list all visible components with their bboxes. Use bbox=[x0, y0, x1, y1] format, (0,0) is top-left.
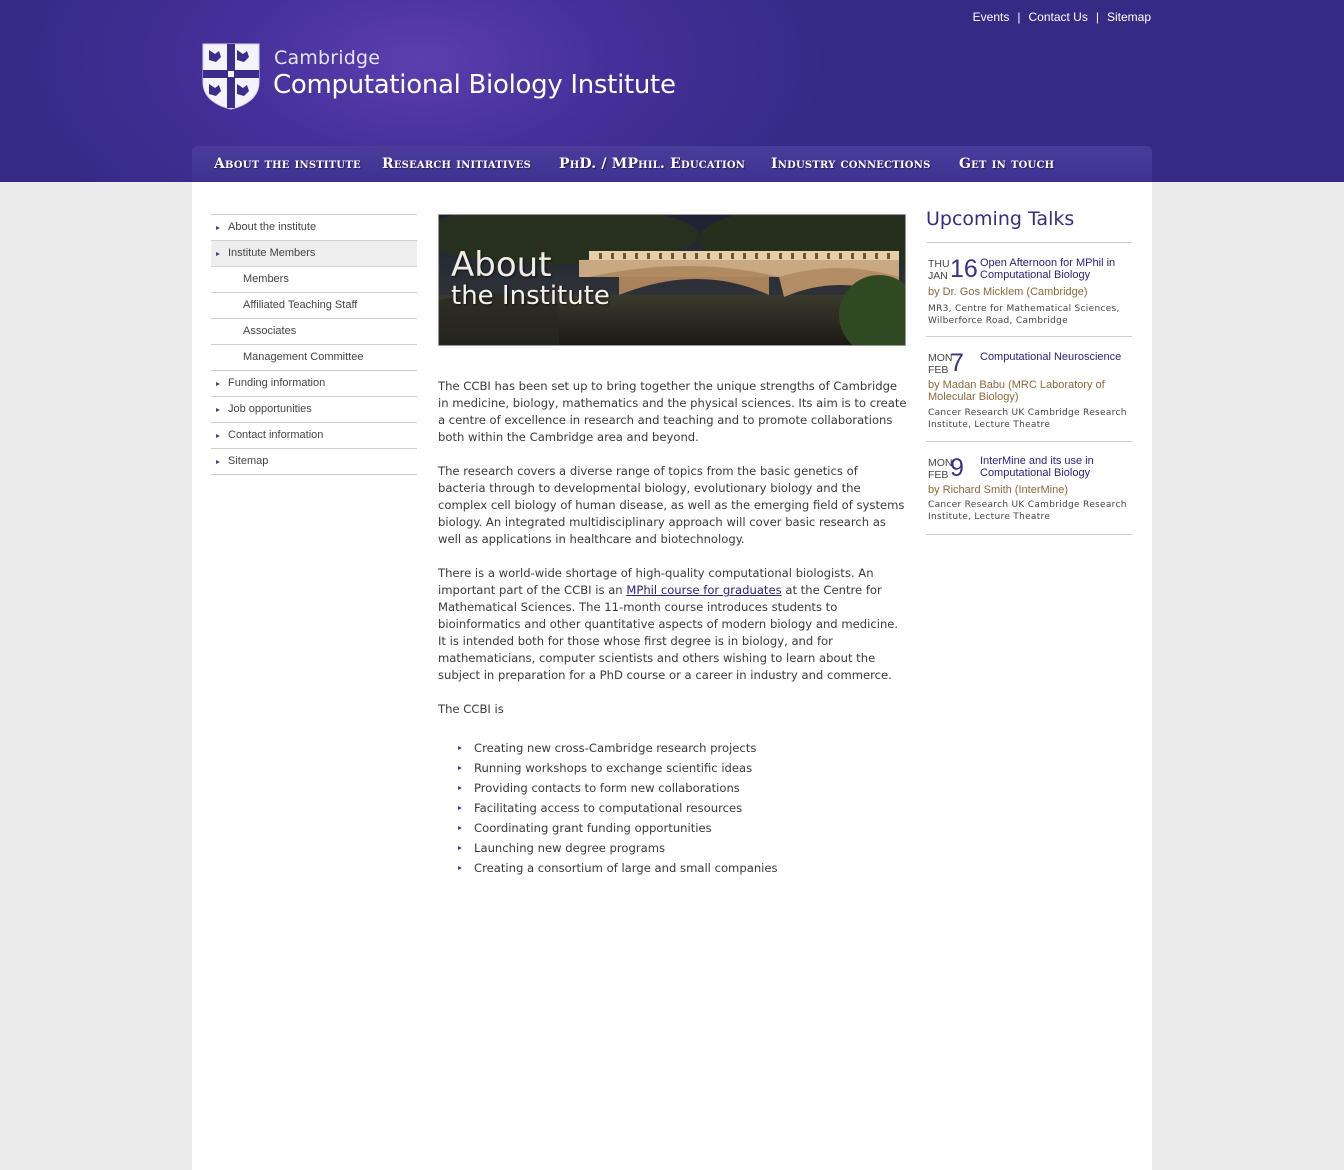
talk-day: 7 bbox=[950, 349, 964, 377]
sidebar-item-institute-members[interactable]: Institute Members bbox=[211, 241, 417, 267]
talk-title-link[interactable]: Computational Neuroscience bbox=[980, 351, 1130, 363]
list-item: Facilitating access to computational res… bbox=[458, 798, 908, 818]
intro-paragraph: The CCBI has been set up to bring togeth… bbox=[438, 379, 907, 444]
bullet-icon bbox=[216, 252, 220, 256]
sidebar-item-label: Members bbox=[243, 273, 289, 285]
sidebar-item-management-committee[interactable]: Management Committee bbox=[211, 345, 417, 371]
hero-banner: About the Institute bbox=[438, 214, 906, 346]
sidebar-item-label: Associates bbox=[243, 325, 297, 337]
mphil-course-link[interactable]: MPhil course for graduates bbox=[626, 583, 781, 597]
nav-research-initiatives[interactable]: Research initiatives bbox=[382, 156, 531, 172]
upcoming-talks: Upcoming Talks THU JAN 16 Open Afternoon… bbox=[926, 208, 1132, 535]
list-item: Creating new cross-Cambridge research pr… bbox=[458, 738, 908, 758]
top-links: Events | Contact Us | Sitemap bbox=[973, 10, 1151, 24]
talk-day: 9 bbox=[950, 454, 964, 482]
talk-item[interactable]: MON FEB 7 Computational Neuroscience by … bbox=[926, 337, 1132, 442]
talk-day: 16 bbox=[950, 255, 978, 283]
sidebar-item-label: Contact information bbox=[228, 429, 324, 441]
page-content: About the institute Institute Members Me… bbox=[192, 182, 1152, 1170]
brand-line-1: Cambridge bbox=[274, 47, 381, 69]
bullet-icon bbox=[458, 826, 462, 830]
sidebar-item-job-opportunities[interactable]: Job opportunities bbox=[211, 397, 417, 423]
talk-location: Cancer Research UK Cambridge Research In… bbox=[928, 500, 1127, 522]
list-item-text: Creating a consortium of large and small… bbox=[474, 861, 778, 875]
talk-title-link[interactable]: Open Afternoon for MPhil in Computationa… bbox=[980, 257, 1130, 281]
nav-industry-connections[interactable]: Industry connections bbox=[771, 156, 931, 172]
ccbi-is-paragraph: The CCBI is bbox=[438, 702, 504, 716]
top-link-contact-us[interactable]: Contact Us bbox=[1028, 10, 1087, 24]
bullet-icon bbox=[458, 866, 462, 870]
mphil-paragraph: There is a world-wide shortage of high-q… bbox=[438, 565, 908, 684]
bullet-icon bbox=[216, 382, 220, 386]
sidebar-item-label: Funding information bbox=[228, 377, 326, 389]
separator: | bbox=[1017, 10, 1021, 24]
talk-item[interactable]: MON FEB 9 InterMine and its use in Compu… bbox=[926, 442, 1132, 535]
list-item-text: Coordinating grant funding opportunities bbox=[474, 821, 712, 835]
bullet-icon bbox=[458, 806, 462, 810]
list-item-text: Launching new degree programs bbox=[474, 841, 666, 855]
sidebar-item-about-the-institute[interactable]: About the institute bbox=[211, 215, 417, 241]
list-item: Coordinating grant funding opportunities bbox=[458, 818, 908, 838]
talk-location: MR3, Centre for Mathematical Sciences, W… bbox=[928, 304, 1120, 326]
nav-phd-mphil-education[interactable]: PhD. / MPhil. Education bbox=[559, 156, 745, 172]
list-item: Running workshops to exchange scientific… bbox=[458, 758, 908, 778]
list-item: Providing contacts to form new collabora… bbox=[458, 778, 908, 798]
bullet-icon bbox=[216, 460, 220, 464]
bullet-icon bbox=[216, 434, 220, 438]
mphil-paragraph-end: at the Centre for Mathematical Sciences.… bbox=[438, 583, 899, 682]
list-item: Launching new degree programs bbox=[458, 838, 908, 858]
talk-speaker: by Madan Babu (MRC Laboratory of Molecul… bbox=[928, 379, 1105, 403]
list-item-text: Facilitating access to computational res… bbox=[474, 801, 743, 815]
sidebar-item-affiliated-teaching-staff[interactable]: Affiliated Teaching Staff bbox=[211, 293, 417, 319]
talk-month: FEB bbox=[928, 364, 949, 376]
sidebar-item-associates[interactable]: Associates bbox=[211, 319, 417, 345]
bullet-icon bbox=[458, 746, 462, 750]
sidebar-nav: About the institute Institute Members Me… bbox=[211, 214, 417, 475]
main-nav: About the institute Research initiatives… bbox=[192, 146, 1152, 182]
bullet-icon bbox=[216, 226, 220, 230]
sidebar-item-members[interactable]: Members bbox=[211, 267, 417, 293]
sidebar-item-label: Sitemap bbox=[228, 455, 269, 467]
brand-line-2: Computational Biology Institute bbox=[273, 70, 676, 100]
sidebar-item-label: About the institute bbox=[228, 221, 317, 233]
sidebar-item-funding-information[interactable]: Funding information bbox=[211, 371, 417, 397]
bullet-icon bbox=[458, 846, 462, 850]
talk-speaker: by Dr. Gos Micklem (Cambridge) bbox=[928, 286, 1088, 298]
sidebar-item-label: Institute Members bbox=[228, 247, 316, 259]
research-paragraph: The research covers a diverse range of t… bbox=[438, 464, 905, 546]
sidebar-item-label: Management Committee bbox=[243, 351, 364, 363]
hero-title-line-1: About bbox=[451, 245, 552, 285]
nav-get-in-touch[interactable]: Get in touch bbox=[959, 156, 1054, 172]
sidebar-item-label: Job opportunities bbox=[228, 403, 312, 415]
upcoming-talks-heading: Upcoming Talks bbox=[926, 208, 1132, 243]
bullet-icon bbox=[216, 408, 220, 412]
talk-title-link[interactable]: InterMine and its use in Computational B… bbox=[980, 455, 1130, 479]
sidebar-item-label: Affiliated Teaching Staff bbox=[243, 299, 358, 311]
hero-title-line-2: the Institute bbox=[451, 281, 610, 311]
top-link-sitemap[interactable]: Sitemap bbox=[1107, 10, 1151, 24]
list-item-text: Creating new cross-Cambridge research pr… bbox=[474, 741, 757, 755]
separator: | bbox=[1095, 10, 1099, 24]
bullet-icon bbox=[458, 766, 462, 770]
main-content: The CCBI has been set up to bring togeth… bbox=[438, 378, 908, 878]
talk-speaker: by Richard Smith (InterMine) bbox=[928, 484, 1068, 496]
talk-weekday: THU bbox=[928, 258, 950, 270]
sidebar-item-sitemap[interactable]: Sitemap bbox=[211, 449, 417, 475]
talk-weekday: MON bbox=[928, 352, 953, 364]
list-item: Creating a consortium of large and small… bbox=[458, 858, 908, 878]
talk-item[interactable]: THU JAN 16 Open Afternoon for MPhil in C… bbox=[926, 243, 1132, 337]
talk-location: Cancer Research UK Cambridge Research In… bbox=[928, 408, 1127, 430]
sidebar-item-contact-information[interactable]: Contact information bbox=[211, 423, 417, 449]
top-link-events[interactable]: Events bbox=[973, 10, 1010, 24]
site-header: Events | Contact Us | Sitemap Cambridge Comp… bbox=[0, 0, 1344, 182]
ccbi-activities-list: Creating new cross-Cambridge research pr… bbox=[438, 738, 908, 878]
talk-weekday: MON bbox=[928, 457, 953, 469]
talk-month: FEB bbox=[928, 469, 949, 481]
talk-month: JAN bbox=[928, 270, 948, 282]
list-item-text: Providing contacts to form new collabora… bbox=[474, 781, 740, 795]
nav-about-the-institute[interactable]: About the institute bbox=[214, 156, 361, 172]
bullet-icon bbox=[458, 786, 462, 790]
cambridge-crest-logo[interactable] bbox=[201, 42, 261, 110]
list-item-text: Running workshops to exchange scientific… bbox=[474, 761, 753, 775]
